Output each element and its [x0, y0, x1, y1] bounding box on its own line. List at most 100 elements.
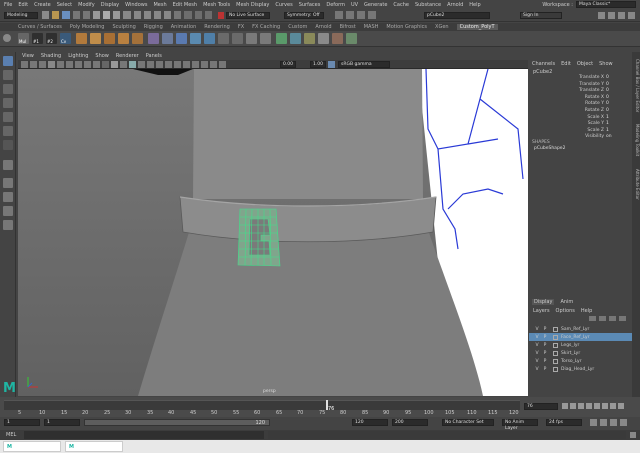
range-slider[interactable]: 120: [84, 419, 270, 426]
shelf-mirror-icon[interactable]: [290, 33, 301, 44]
fps-dropdown[interactable]: 24 fps: [546, 419, 582, 426]
save-scene-icon[interactable]: [62, 11, 70, 19]
attr-rotate-x[interactable]: Rotate X0: [529, 95, 632, 102]
shelf-tab-arnold[interactable]: Arnold: [315, 24, 331, 30]
use-all-lights-icon[interactable]: [147, 61, 154, 68]
shelf-center-pivot-icon[interactable]: [304, 33, 315, 44]
toggle-panel-icon-1[interactable]: [335, 11, 343, 19]
sign-in-button[interactable]: Sign In: [520, 12, 562, 19]
menu-create[interactable]: Create: [34, 2, 51, 8]
panel-menu-renderer[interactable]: Renderer: [116, 53, 139, 59]
channel-menu-object[interactable]: Object: [577, 61, 593, 67]
shelf-tab-fx[interactable]: FX: [238, 24, 244, 30]
menu-arnold[interactable]: Arnold: [447, 2, 463, 8]
layer-visibility-toggle[interactable]: V: [533, 351, 541, 356]
shelf-poly-plane-icon[interactable]: [118, 33, 129, 44]
shelf-tab-poly-modeling[interactable]: Poly Modeling: [70, 24, 105, 30]
shelf-uv-editor-icon[interactable]: [346, 33, 357, 44]
play-backward-icon[interactable]: [586, 403, 592, 409]
snap-grid-icon[interactable]: [123, 11, 131, 19]
shelf-freeze-icon[interactable]: [318, 33, 329, 44]
step-forward-key-icon[interactable]: [610, 403, 616, 409]
live-surface-field[interactable]: No Live Surface: [226, 12, 270, 19]
textured-icon[interactable]: [138, 61, 145, 68]
layer-visibility-toggle[interactable]: V: [533, 359, 541, 364]
animation-start-field[interactable]: 1: [4, 419, 40, 426]
layer-color-swatch[interactable]: [553, 358, 558, 364]
shelf-poly-cylinder-icon[interactable]: [104, 33, 115, 44]
select-tool-icon[interactable]: [3, 56, 13, 66]
go-to-start-icon[interactable]: [562, 403, 568, 409]
time-slider-track[interactable]: [4, 400, 520, 410]
channel-box-icon[interactable]: [618, 12, 625, 19]
attr-value[interactable]: 0: [606, 95, 630, 100]
symmetry-dropdown[interactable]: Symmetry: Off: [284, 12, 324, 19]
new-layer-icon[interactable]: [609, 316, 616, 321]
layer-tab-display[interactable]: Display: [532, 299, 555, 305]
attr-value[interactable]: 1: [606, 115, 630, 120]
layer-playback-toggle[interactable]: P: [541, 367, 549, 372]
menu-substance[interactable]: Substance: [415, 2, 441, 8]
smooth-shade-icon[interactable]: [111, 61, 118, 68]
shelf-tab-rendering[interactable]: Rendering: [204, 24, 230, 30]
layout-outliner-icon[interactable]: [3, 206, 13, 216]
shelf-tab-xgen[interactable]: XGen: [435, 24, 449, 30]
layer-playback-toggle[interactable]: P: [541, 335, 549, 340]
panel-menu-view[interactable]: View: [22, 53, 34, 59]
object-name-field[interactable]: pCube2: [424, 12, 490, 19]
side-tab-attribute-editor[interactable]: Attribute Editor: [632, 164, 640, 204]
sound-icon[interactable]: [620, 419, 627, 426]
taskbar-item-maya-2[interactable]: M: [65, 441, 123, 452]
view-transform-dropdown[interactable]: sRGB gamma: [338, 61, 390, 68]
shelf-tab-custom-polyt[interactable]: Custom_PolyT: [456, 24, 498, 30]
menu-surfaces[interactable]: Surfaces: [299, 2, 321, 8]
shape-node-name[interactable]: pCubeShape2: [534, 146, 565, 151]
layer-tab-anim[interactable]: Anim: [560, 299, 573, 305]
menu-file[interactable]: File: [4, 2, 12, 8]
menu-select[interactable]: Select: [57, 2, 72, 8]
lasso-tool-icon[interactable]: [3, 70, 13, 80]
shelf-edge-loop-icon[interactable]: [232, 33, 243, 44]
menu-windows[interactable]: Windows: [125, 2, 147, 8]
menu-mesh-display[interactable]: Mesh Display: [236, 2, 269, 8]
magnet-icon[interactable]: [218, 12, 224, 19]
loop-playback-icon[interactable]: [590, 419, 597, 426]
time-slider[interactable]: 5 10 15 20 25 30 35 40 45 50 55 60 65 70…: [0, 397, 640, 417]
xray-joints-icon[interactable]: [210, 61, 217, 68]
anim-layer-dropdown[interactable]: No Anim Layer: [502, 419, 538, 431]
layer-color-swatch[interactable]: [553, 326, 558, 332]
attr-translate-x[interactable]: Translate X0: [529, 75, 632, 82]
snap-plane-icon[interactable]: [153, 11, 162, 19]
shelf-tab-curves-surfaces[interactable]: Curves / Surfaces: [18, 24, 62, 30]
wireframe-icon[interactable]: [102, 61, 109, 68]
ipr-render-icon[interactable]: [194, 11, 202, 19]
go-to-end-icon[interactable]: [618, 403, 624, 409]
shelf-poly-torus-icon[interactable]: [132, 33, 143, 44]
layer-row-face-ref[interactable]: V P Face_Ref_Lyr: [529, 333, 632, 341]
paint-select-tool-icon[interactable]: [3, 84, 13, 94]
grid-toggle-icon[interactable]: [48, 61, 55, 68]
shelf-poly-cube-icon[interactable]: [76, 33, 87, 44]
new-layer-selected-icon[interactable]: [619, 316, 626, 321]
attr-value[interactable]: 0: [606, 88, 630, 93]
animation-end-field[interactable]: 200: [392, 419, 428, 426]
panel-menu-shading[interactable]: Shading: [41, 53, 61, 59]
shelf-bridge-icon[interactable]: [190, 33, 201, 44]
menu-mesh[interactable]: Mesh: [153, 2, 166, 8]
attr-rotate-y[interactable]: Rotate Y0: [529, 101, 632, 108]
panel-menu-show[interactable]: Show: [95, 53, 109, 59]
layout-two-icon[interactable]: [3, 192, 13, 202]
last-tool-icon[interactable]: [3, 140, 13, 150]
attr-value[interactable]: on: [606, 134, 630, 139]
shelf-separate-icon[interactable]: [162, 33, 173, 44]
viewport-persp[interactable]: persp: [18, 69, 528, 396]
tool-settings-icon[interactable]: [598, 12, 605, 19]
shadows-icon[interactable]: [156, 61, 163, 68]
play-forward-icon[interactable]: [594, 403, 600, 409]
channel-menu-show[interactable]: Show: [599, 61, 613, 67]
attr-value[interactable]: 0: [606, 82, 630, 87]
new-scene-icon[interactable]: [42, 11, 50, 19]
attr-translate-z[interactable]: Translate Z0: [529, 88, 632, 95]
toggle-panel-icon-4[interactable]: [368, 11, 376, 19]
rotate-tool-icon[interactable]: [3, 112, 13, 122]
